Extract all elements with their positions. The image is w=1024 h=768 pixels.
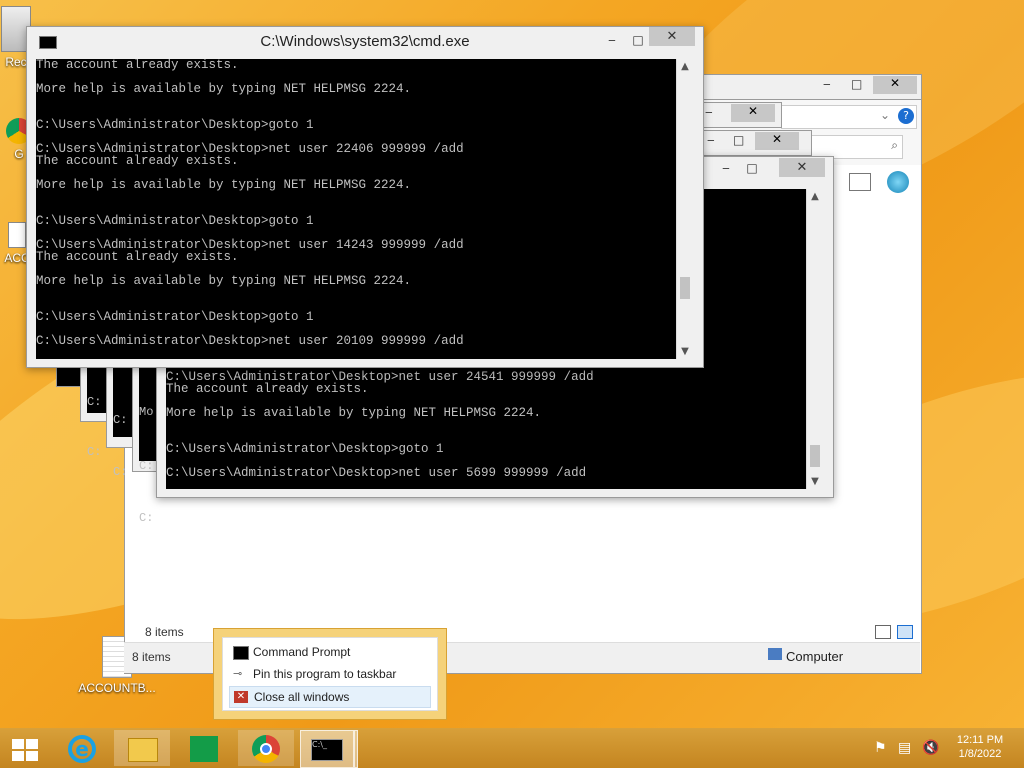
status-items-count: 8 items (145, 625, 184, 639)
console-line: C:\Users\Administrator\Desktop>net user … (166, 466, 587, 480)
computer-icon (768, 648, 782, 660)
taskbar-chrome[interactable] (238, 730, 294, 766)
console-line: More help is available by typing NET HEL… (36, 274, 412, 288)
help-icon[interactable]: ? (898, 108, 914, 124)
jumplist-command-prompt[interactable]: Command Prompt (229, 642, 431, 662)
start-button[interactable] (2, 730, 46, 766)
minimize-button[interactable]: ‒ (713, 159, 739, 177)
stacked-window-titlebar[interactable]: ‒ □ ✕ (700, 130, 812, 156)
chrome-icon (252, 735, 280, 763)
close-button[interactable]: ✕ (755, 132, 799, 150)
details-view-icon[interactable] (875, 625, 891, 639)
minimize-button[interactable]: ‒ (823, 77, 831, 91)
taskbar-command-prompt[interactable]: C:\_ (300, 730, 358, 768)
scroll-thumb[interactable] (680, 277, 690, 299)
maximize-button[interactable]: □ (625, 31, 651, 49)
console-fragment-text: C: (139, 511, 154, 525)
console-line: The account already exists. (36, 154, 239, 168)
volume-muted-icon[interactable]: 🔇 (922, 740, 939, 756)
console-line: More help is available by typing NET HEL… (36, 82, 412, 96)
jumplist-item-label: Pin this program to taskbar (253, 667, 397, 681)
network-tray-icon[interactable]: ▤ (898, 740, 911, 756)
internet-explorer-icon: e (68, 735, 96, 763)
console-line: More help is available by typing NET HEL… (36, 178, 412, 192)
folder-icon (128, 738, 158, 762)
vertical-scrollbar[interactable]: ▲ ▼ (806, 189, 823, 489)
close-button[interactable]: ✕ (649, 27, 695, 46)
vertical-scrollbar[interactable]: ▲ ▼ (676, 59, 693, 359)
taskbar-file-explorer[interactable] (114, 730, 170, 766)
search-icon: ⌕ (891, 138, 898, 152)
pin-icon: ⊸ (233, 668, 243, 680)
console-line: C:\Users\Administrator\Desktop>goto 1 (36, 310, 314, 324)
desktop-icon-label: ACCOUNTB... (78, 681, 156, 695)
console-line: C:\Users\Administrator\Desktop>goto 1 (36, 118, 314, 132)
jumplist-item-label: Command Prompt (253, 645, 351, 659)
maximize-button[interactable]: □ (733, 133, 744, 147)
address-bar[interactable]: ⌄ ? (781, 105, 917, 129)
large-icons-view-icon[interactable] (897, 625, 913, 639)
maximize-button[interactable]: □ (851, 77, 862, 91)
taskbar-store[interactable] (176, 730, 232, 766)
stacked-windows-indicator (353, 731, 355, 767)
taskbar: e C:\_ ⚑ ▤ 🔇 12:11 PM 1/8/2022 (0, 728, 1024, 768)
console-line: C:\Users\Administrator\Desktop>goto 1 (166, 442, 444, 456)
jumplist-panel: Command Prompt ⊸ Pin this program to tas… (222, 637, 438, 711)
console-line: C:\Users\Administrator\Desktop>net user … (36, 334, 464, 348)
cmd-window-back-controls: ‒ □ ✕ (703, 157, 831, 183)
cmd-titlebar[interactable]: C:\Windows\system32\cmd.exe ‒ □ ✕ (27, 27, 703, 57)
console-line: The account already exists. (36, 59, 239, 72)
console-line: The account already exists. (36, 250, 239, 264)
stacked-window-titlebar[interactable]: ‒ □ ✕ (700, 74, 922, 100)
store-icon (190, 736, 218, 762)
taskbar-jumplist: Command Prompt ⊸ Pin this program to tas… (213, 628, 447, 720)
clock[interactable]: 12:11 PM 1/8/2022 (948, 734, 1012, 760)
scroll-down-arrow[interactable]: ▼ (677, 346, 693, 357)
scroll-thumb[interactable] (810, 445, 820, 467)
mail-icon[interactable] (849, 173, 871, 191)
action-center-flag-icon[interactable]: ⚑ (874, 740, 887, 756)
close-button[interactable]: ✕ (731, 104, 775, 122)
maximize-button[interactable]: □ (739, 159, 765, 177)
console-line: The account already exists. (166, 382, 369, 396)
console-line: C:\Users\Administrator\Desktop>goto 1 (36, 214, 314, 228)
status-items-count: 8 items (132, 650, 171, 664)
desktop-icon-label: G (14, 147, 24, 161)
jumplist-item-label: Close all windows (254, 690, 350, 704)
taskbar-internet-explorer[interactable]: e (54, 730, 110, 766)
scroll-down-arrow[interactable]: ▼ (807, 476, 823, 487)
cmd-icon: C:\_ (311, 739, 343, 761)
file-icon (8, 222, 26, 248)
close-button[interactable]: ✕ (779, 158, 825, 177)
cmd-window[interactable]: C:\Windows\system32\cmd.exe ‒ □ ✕ The ac… (26, 26, 704, 368)
clock-time: 12:11 PM (956, 734, 1004, 746)
jumplist-close-all-windows[interactable]: ✕ Close all windows (229, 686, 431, 708)
network-icon[interactable] (887, 171, 909, 193)
jumplist-pin-to-taskbar[interactable]: ⊸ Pin this program to taskbar (229, 664, 431, 684)
chevron-down-icon[interactable]: ⌄ (880, 108, 890, 122)
close-button[interactable]: ✕ (873, 76, 917, 94)
scroll-up-arrow[interactable]: ▲ (677, 61, 693, 72)
close-icon: ✕ (234, 691, 248, 703)
console-output[interactable]: The account already exists. More help is … (36, 59, 676, 359)
clock-date: 1/8/2022 (958, 748, 1002, 760)
minimize-button[interactable]: ‒ (599, 31, 625, 49)
location-label: Computer (786, 649, 844, 664)
scroll-up-arrow[interactable]: ▲ (807, 191, 823, 202)
windows-logo-icon (12, 739, 38, 761)
console-line: More help is available by typing NET HEL… (166, 406, 542, 420)
minimize-button[interactable]: ‒ (707, 133, 715, 147)
stacked-window-titlebar[interactable]: ‒ ✕ (700, 102, 782, 128)
desktop-icon-label: Rec (5, 55, 27, 69)
cmd-icon (233, 646, 249, 660)
minimize-button[interactable]: ‒ (705, 105, 713, 119)
